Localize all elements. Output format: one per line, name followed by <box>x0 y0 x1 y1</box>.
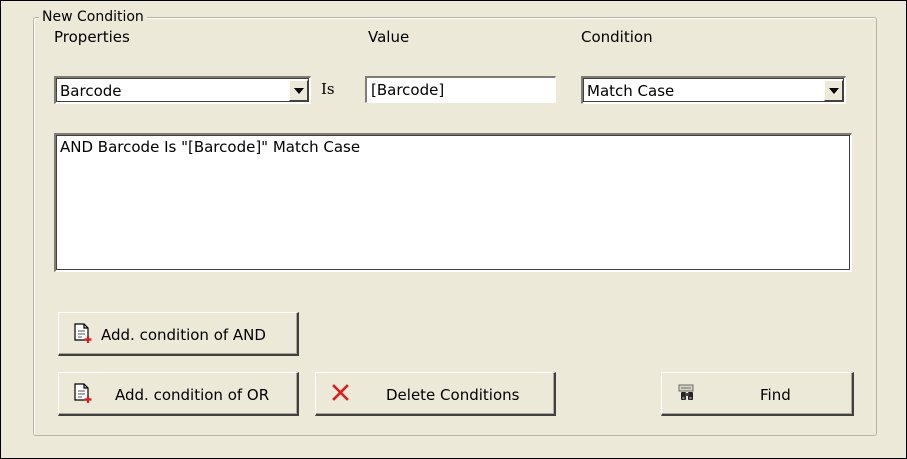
document-add-icon <box>74 323 92 343</box>
dialog-window: New Condition Properties Value Condition… <box>0 0 907 459</box>
add-condition-or-label: Add. condition of OR <box>115 386 270 404</box>
chevron-down-icon[interactable] <box>824 80 843 101</box>
binoculars-icon <box>678 384 694 400</box>
add-condition-and-label: Add. condition of AND <box>101 326 266 344</box>
delete-conditions-label: Delete Conditions <box>386 386 520 404</box>
condition-selected-value: Match Case <box>587 82 675 100</box>
find-button[interactable]: Find <box>661 372 854 416</box>
value-label: Value <box>368 28 410 46</box>
value-input[interactable] <box>365 76 556 103</box>
delete-conditions-button[interactable]: Delete Conditions <box>315 372 556 416</box>
chevron-down-icon[interactable] <box>289 80 308 101</box>
is-label: Is <box>321 80 335 98</box>
properties-label: Properties <box>54 28 130 46</box>
condition-label: Condition <box>581 28 653 46</box>
groupbox-title: New Condition <box>39 9 147 25</box>
document-add-icon <box>74 383 92 403</box>
add-condition-and-button[interactable]: Add. condition of AND <box>58 312 299 356</box>
properties-combobox[interactable]: Barcode <box>54 76 311 104</box>
add-condition-or-button[interactable]: Add. condition of OR <box>58 372 299 416</box>
conditions-textarea[interactable]: AND Barcode Is "[Barcode]" Match Case <box>54 133 852 272</box>
properties-selected-value: Barcode <box>60 82 122 100</box>
conditions-text: AND Barcode Is "[Barcode]" Match Case <box>60 138 361 156</box>
red-x-icon <box>332 384 349 401</box>
find-label: Find <box>760 386 791 404</box>
condition-combobox[interactable]: Match Case <box>581 76 846 104</box>
